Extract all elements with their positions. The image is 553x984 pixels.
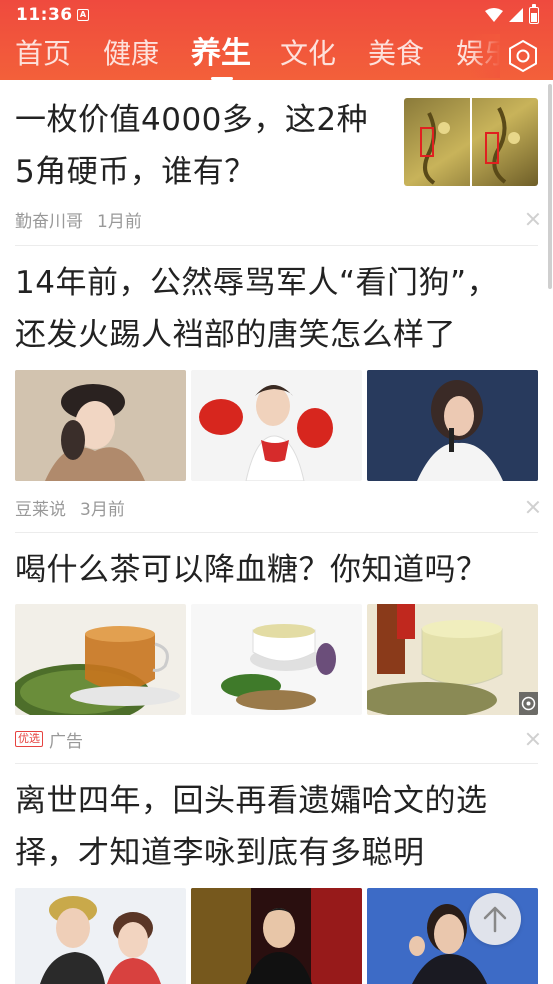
- channel-settings-icon[interactable]: [505, 38, 541, 74]
- status-bar: 11:36 A: [0, 0, 553, 30]
- article-thumbnail: [191, 604, 362, 715]
- ad-badge: 优选: [15, 731, 43, 747]
- article-meta: 豆莱说 3月前: [15, 495, 125, 520]
- tab-food[interactable]: 美食: [368, 34, 424, 74]
- dismiss-icon[interactable]: [525, 731, 541, 747]
- article-thumbnail: [15, 370, 186, 481]
- host-stage-photo: [191, 888, 362, 984]
- app-header: 11:36 A 首页 健康 养生 文化 美食 娱乐: [0, 0, 553, 80]
- tabs-fade: [470, 34, 500, 78]
- article-meta: 勤奋川哥 1月前: [15, 207, 142, 232]
- article-thumbnail: [367, 604, 538, 715]
- active-tab-indicator: [211, 77, 233, 80]
- article-thumbnail: [15, 604, 186, 715]
- article-thumbnail: [191, 888, 362, 984]
- article-title: 14年前，公然辱骂军人“看门狗”， 还发火踢人裆部的唐笑怎么样了: [15, 265, 499, 353]
- coin-image: [404, 98, 538, 186]
- status-time: 11:36: [16, 5, 73, 25]
- ad-label: 广告: [49, 731, 83, 752]
- article-source: 勤奋川哥: [15, 211, 83, 232]
- notification-app-icon: A: [77, 9, 89, 21]
- wifi-icon: [485, 8, 503, 22]
- article-title: 喝什么茶可以降血糖？你知道吗？: [15, 552, 488, 588]
- dismiss-icon[interactable]: [525, 211, 541, 227]
- herbal-tea-photo: [191, 604, 362, 715]
- battery-icon: [529, 3, 539, 24]
- scrollbar[interactable]: [548, 84, 552, 289]
- article-thumbnail: [191, 370, 362, 481]
- divider: [15, 763, 538, 764]
- tea-photo: [15, 604, 186, 715]
- article-item[interactable]: 14年前，公然辱骂军人“看门狗”， 还发火踢人裆部的唐笑怎么样了: [15, 257, 538, 361]
- couple-photo: [15, 888, 186, 984]
- tab-health[interactable]: 健康: [103, 34, 159, 74]
- dismiss-icon[interactable]: [525, 499, 541, 515]
- ad-meta: 优选 广告: [15, 727, 83, 752]
- tab-wellness[interactable]: 养生: [191, 34, 251, 74]
- arrow-up-icon: [483, 906, 507, 933]
- woman-photo: [15, 370, 186, 481]
- article-thumbnail: [15, 888, 186, 984]
- singer-photo: [367, 370, 538, 481]
- divider: [15, 532, 538, 533]
- signal-icon: [509, 8, 523, 22]
- article-title: 离世四年，回头再看遗孀哈文的选 择，才知道李咏到底有多聪明: [15, 783, 488, 871]
- tea-herbs-photo: [367, 604, 538, 715]
- tab-home[interactable]: 首页: [15, 34, 71, 74]
- article-time: 1月前: [97, 211, 142, 232]
- status-icons: [485, 3, 539, 24]
- boxing-woman-photo: [191, 370, 362, 481]
- article-thumbnail: [404, 98, 538, 186]
- tab-culture[interactable]: 文化: [280, 34, 336, 74]
- article-time: 3月前: [80, 499, 125, 520]
- article-item[interactable]: 离世四年，回头再看遗孀哈文的选 择，才知道李咏到底有多聪明: [15, 775, 538, 879]
- category-tabs: 首页 健康 养生 文化 美食 娱乐: [0, 34, 500, 78]
- back-to-top-button[interactable]: [469, 893, 521, 945]
- divider: [15, 245, 538, 246]
- article-thumbnail: [367, 370, 538, 481]
- article-source: 豆莱说: [15, 499, 66, 520]
- ad-item[interactable]: 喝什么茶可以降血糖？你知道吗？: [15, 544, 538, 596]
